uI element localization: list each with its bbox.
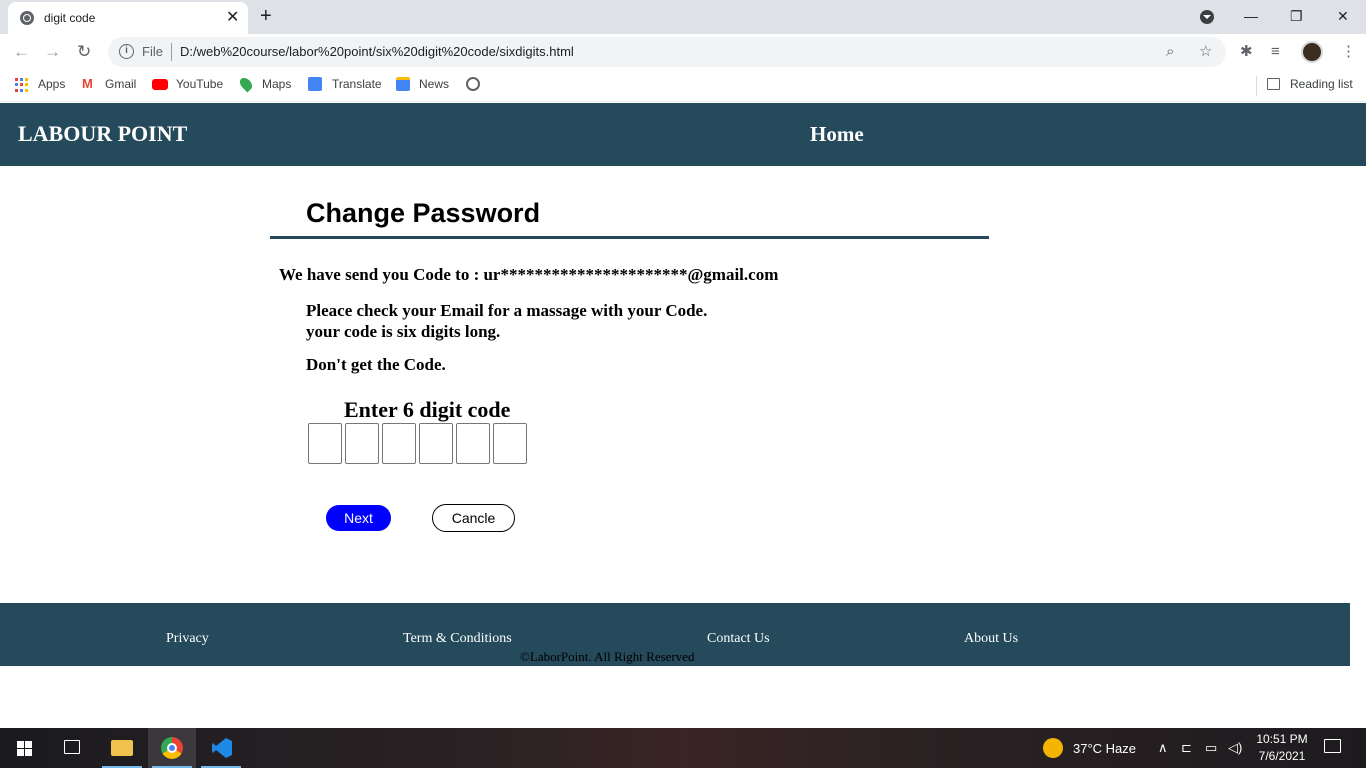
reading-list-bar-icon	[1267, 78, 1280, 90]
volume-icon[interactable]: ◁)	[1228, 740, 1242, 756]
extensions-icon[interactable]: ✱	[1240, 42, 1253, 62]
next-button[interactable]: Next	[326, 505, 391, 531]
reload-button[interactable]: ↻	[77, 42, 91, 62]
maps-icon	[237, 75, 255, 93]
menu-icon[interactable]: ⋮	[1341, 42, 1356, 62]
footer-terms-link[interactable]: Term & Conditions	[403, 631, 512, 647]
bookmarks-divider	[1256, 76, 1257, 96]
resend-code-link[interactable]: Don't get the Code.	[306, 355, 446, 375]
start-button[interactable]	[0, 728, 48, 768]
star-icon[interactable]: ☆	[1199, 42, 1212, 62]
bookmarks-bar: Apps M Gmail YouTube Maps Translate News…	[0, 70, 1366, 102]
reading-list-icon[interactable]: ≡	[1271, 42, 1280, 62]
title-divider	[270, 236, 989, 239]
digit-input-1[interactable]	[308, 423, 342, 464]
digit-input-6[interactable]	[493, 423, 527, 464]
taskbar-vscode[interactable]	[197, 728, 245, 768]
task-view-icon[interactable]	[64, 740, 80, 754]
globe-icon	[20, 11, 34, 25]
tab-close-icon[interactable]: ✕	[226, 8, 239, 28]
address-divider	[171, 43, 172, 61]
chrome-icon	[161, 737, 183, 759]
tab-strip: digit code ✕ + — ❐ ✕	[0, 0, 1366, 34]
bookmark-maps[interactable]: Maps	[262, 77, 291, 91]
tray-overflow-icon[interactable]: ∧	[1158, 740, 1168, 756]
youtube-icon	[152, 79, 168, 90]
url-text[interactable]: D:/web%20course/labor%20point/six%20digi…	[180, 44, 574, 59]
code-length-text: your code is six digits long.	[306, 322, 501, 341]
bookmark-youtube[interactable]: YouTube	[176, 77, 223, 91]
notification-icon[interactable]	[1324, 739, 1341, 753]
back-button[interactable]: ←	[13, 42, 30, 62]
check-email-text: Pleace check your Email for a massage wi…	[306, 301, 708, 320]
site-logo[interactable]: LABOUR POINT	[18, 121, 187, 147]
info-icon[interactable]: i	[119, 44, 134, 59]
bookmark-translate[interactable]: Translate	[332, 77, 382, 91]
browser-toolbar: ← → ↻ i File D:/web%20course/labor%20poi…	[0, 34, 1366, 70]
weather-icon[interactable]	[1043, 738, 1063, 758]
avatar[interactable]	[1301, 41, 1323, 63]
vscode-icon	[212, 738, 232, 758]
tab-search-icon[interactable]	[1200, 10, 1214, 24]
copyright-text: ©LaborPoint. All Right Reserved	[520, 649, 695, 664]
digit-input-3[interactable]	[382, 423, 416, 464]
address-bar[interactable]: i File D:/web%20course/labor%20point/six…	[108, 37, 1226, 67]
digit-input-5[interactable]	[456, 423, 490, 464]
news-icon	[396, 77, 410, 91]
network-icon[interactable]: ⊏	[1181, 740, 1192, 756]
bookmark-gmail[interactable]: Gmail	[105, 77, 136, 91]
digit-input-2[interactable]	[345, 423, 379, 464]
globe-bookmark-icon[interactable]	[466, 77, 480, 91]
apps-grid-icon	[15, 78, 29, 92]
tab-title: digit code	[44, 11, 96, 25]
windows-icon	[17, 741, 32, 756]
close-window-button[interactable]: ✕	[1337, 6, 1349, 26]
translate-icon	[308, 77, 322, 91]
browser-tab[interactable]: digit code ✕	[8, 2, 248, 34]
scheme-label: File	[142, 44, 163, 59]
zoom-icon[interactable]: ⌕	[1166, 42, 1174, 62]
footer-contact-link[interactable]: Contact Us	[707, 631, 770, 647]
footer-about-link[interactable]: About Us	[964, 631, 1018, 647]
gmail-icon: M	[82, 76, 93, 91]
digit-input-4[interactable]	[419, 423, 453, 464]
taskbar: 37°C Haze ∧ ⊏ ▭ ◁) 10:51 PM 7/6/2021	[0, 728, 1366, 768]
taskbar-clock[interactable]: 10:51 PM 7/6/2021	[1256, 731, 1308, 765]
site-footer: Privacy Term & Conditions Contact Us Abo…	[0, 603, 1350, 666]
page-title: Change Password	[306, 198, 541, 228]
clock-time: 10:51 PM	[1256, 732, 1308, 746]
weather-text[interactable]: 37°C Haze	[1073, 741, 1136, 756]
code-title: Enter 6 digit code	[344, 397, 511, 422]
cancel-button[interactable]: Cancle	[432, 504, 515, 532]
reading-list-button[interactable]: Reading list	[1290, 77, 1353, 91]
footer-privacy-link[interactable]: Privacy	[166, 631, 209, 647]
taskbar-chrome[interactable]	[148, 728, 196, 768]
bookmark-news[interactable]: News	[419, 77, 449, 91]
new-tab-button[interactable]: +	[260, 5, 272, 27]
display-icon[interactable]: ▭	[1205, 740, 1217, 756]
minimize-button[interactable]: —	[1244, 6, 1258, 26]
restore-button[interactable]: ❐	[1290, 6, 1303, 26]
taskbar-file-explorer[interactable]	[98, 728, 146, 768]
bookmark-apps[interactable]: Apps	[38, 77, 65, 91]
folder-icon	[111, 740, 133, 756]
site-header: LABOUR POINT Home	[0, 103, 1366, 166]
sent-to-text: We have send you Code to : ur***********…	[279, 265, 779, 284]
nav-home-link[interactable]: Home	[810, 122, 864, 147]
clock-date: 7/6/2021	[1258, 749, 1306, 763]
forward-button[interactable]: →	[44, 42, 61, 62]
